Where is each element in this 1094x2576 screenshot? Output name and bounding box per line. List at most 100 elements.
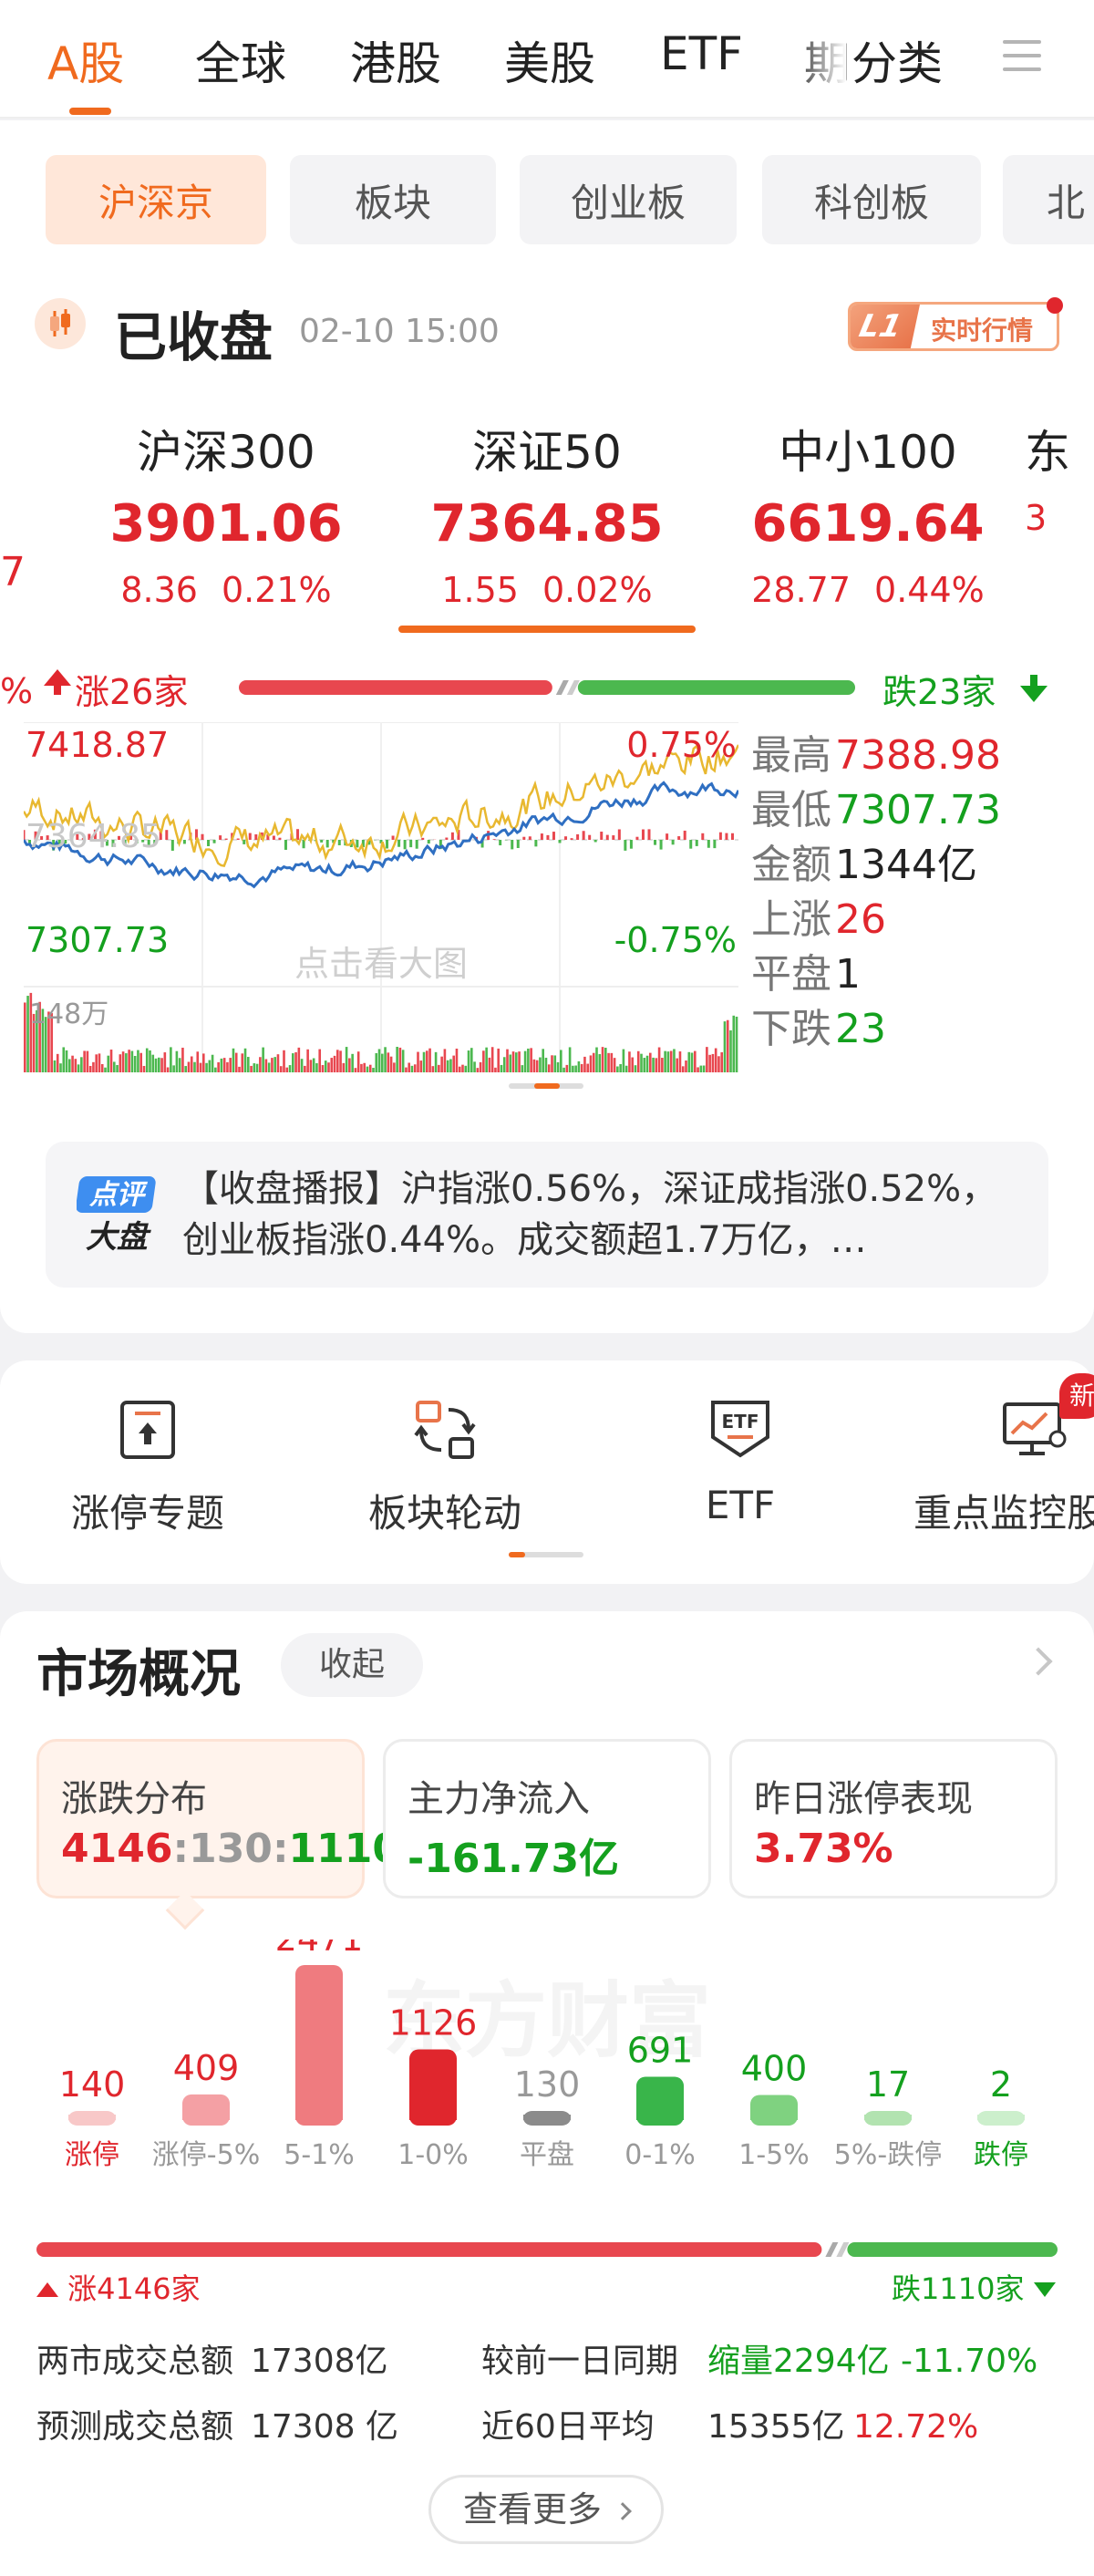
index-item-0[interactable]: 沪深300 3901.06 8.36 0.21% [62,416,390,610]
volume-bar [527,1048,530,1072]
distribution-category: 0-1% [624,2139,696,2171]
flat-count: 130 [189,1826,273,1872]
quick-link-limit-up[interactable]: 涨停专题 [38,1397,257,1538]
volume-bar [151,1054,155,1072]
collapse-button[interactable]: 收起 [281,1633,423,1697]
quick-links-card: 涨停专题 板块轮动 ETF ETF 重点监控股 新 [0,1360,1094,1584]
volume-bar [708,1054,711,1072]
intraday-chart[interactable]: 7418.87 0.75% 7364.85 7307.73 -0.75% 148万 点击看大… [24,722,738,1072]
quick-link-etf[interactable]: ETF ETF [631,1397,850,1527]
chip-3[interactable]: 科创板 [762,155,981,244]
volume-bar [381,1053,384,1072]
quick-link-sector-rotation[interactable]: 板块轮动 [335,1397,554,1538]
index-item-1[interactable]: 深证50 7364.85 1.55 0.02% [383,416,711,610]
distribution-bar-base [68,2115,116,2120]
volume-bar [490,1047,494,1072]
stat-label: 金额 [751,842,831,888]
volume-bar [706,1047,708,1072]
distribution-value: 2 [990,2064,1012,2105]
volume-bar [458,1066,461,1072]
chip-4[interactable]: 北 [1003,155,1094,244]
row-key: 预测成交总额 [36,2408,234,2446]
tab-3[interactable]: 美股 [504,27,595,93]
volume-bar [408,1062,410,1072]
volume-bar [368,1064,372,1072]
volume-bar [241,1053,244,1072]
volume-bar [657,1047,661,1072]
volume-bar [154,1058,158,1072]
menu-icon[interactable] [1003,40,1041,71]
flat-segment [555,680,569,695]
volume-bar [655,1058,658,1072]
volume-bar [598,1054,602,1072]
chevron-right-icon[interactable] [1024,1647,1053,1676]
volume-bar [128,1050,130,1072]
stat-value: 1344亿 [835,842,977,888]
intraday-stat-1: 最低7307.73 [751,777,1079,833]
quick-link-label: 重点监控股 [913,1491,1094,1536]
chip-2[interactable]: 创业板 [520,155,737,244]
volume-bar [149,1050,151,1072]
tab-0[interactable]: A股 [47,27,124,93]
distribution-value: 2471 [275,1940,364,1959]
distribution-bar-base [182,2115,230,2120]
index-change-value: 28.77 [751,570,851,610]
chip-1[interactable]: 板块 [290,155,496,244]
volume-bar [735,1016,738,1072]
index-item-2[interactable]: 中小100 6619.64 28.77 0.44% [704,416,1032,610]
chart-watermark: 点击看大图 [294,944,468,984]
volume-bar [345,1047,348,1072]
volume-bar [488,1057,491,1072]
volume-bar [366,1066,369,1072]
tab-1[interactable]: 全球 [195,27,286,93]
volume-bar [539,1057,542,1072]
volume-bar [217,1061,220,1072]
volume-bar [572,1065,574,1072]
limit-up-performance-card[interactable]: 昨日涨停表现 3.73% [729,1739,1058,1898]
volume-bar [509,1054,512,1072]
market-status: 已收盘 02-10 15:00 L1 实时行情 [0,289,1094,371]
row-volume-change: 缩量2294亿 [707,2343,890,2380]
volume-bar [255,1063,259,1072]
volume-bar [726,1019,729,1072]
main-net-inflow-card[interactable]: 主力净流入 -161.73亿 [383,1739,711,1898]
realtime-quote-badge[interactable]: L1 实时行情 [848,302,1059,351]
market-rise-text: 涨4146家 [67,2271,201,2306]
volume-bar [589,1055,593,1072]
fall-count-label: 跌23家 [882,672,996,712]
volume-bar [271,1058,274,1072]
volume-bar [732,1015,736,1072]
distribution-category: 5-1% [284,2139,355,2171]
volume-bar [276,1054,280,1072]
view-more-button[interactable]: 查看更多 [428,2475,664,2544]
fall-segment [577,680,855,695]
volume-bar [542,1049,544,1072]
tab-2[interactable]: 港股 [350,27,441,93]
index-prev-fragment: % [0,671,34,711]
index-name: 中小100 [779,426,957,479]
volume-bar [318,1049,321,1072]
distribution-category: 1-0% [397,2139,469,2171]
tab-6[interactable]: 分类 [851,27,943,93]
volume-bar [455,1049,459,1072]
intraday-stat-4: 平盘1 [751,941,1079,998]
tab-4[interactable]: ETF [660,27,743,80]
stat-label: 最高 [751,732,831,779]
volume-bar [518,1051,521,1072]
volume-bar [535,1060,539,1072]
volume-bar [446,1060,449,1072]
index-item-3[interactable]: 东3 [1025,416,1094,538]
distribution-value: 409 [173,2048,240,2088]
notification-dot [1047,297,1063,314]
quick-link-label: ETF [705,1483,776,1527]
volume-bar [372,1068,375,1072]
market-news[interactable]: 点评 大盘 【收盘播报】沪指涨0.56%，深证成指涨0.52%，创业板指涨0.4… [46,1142,1048,1288]
volume-bar [717,1056,720,1072]
volume-bar [544,1057,548,1072]
rise-fall-distribution-card[interactable]: 涨跌分布 4146:130:1110 [36,1739,400,1898]
distribution-category: 1-5% [738,2139,810,2171]
volume-bar [583,1056,586,1072]
volume-bar [473,1061,476,1072]
distribution-bar [295,1965,343,2126]
chip-0[interactable]: 沪深京 [46,155,266,244]
